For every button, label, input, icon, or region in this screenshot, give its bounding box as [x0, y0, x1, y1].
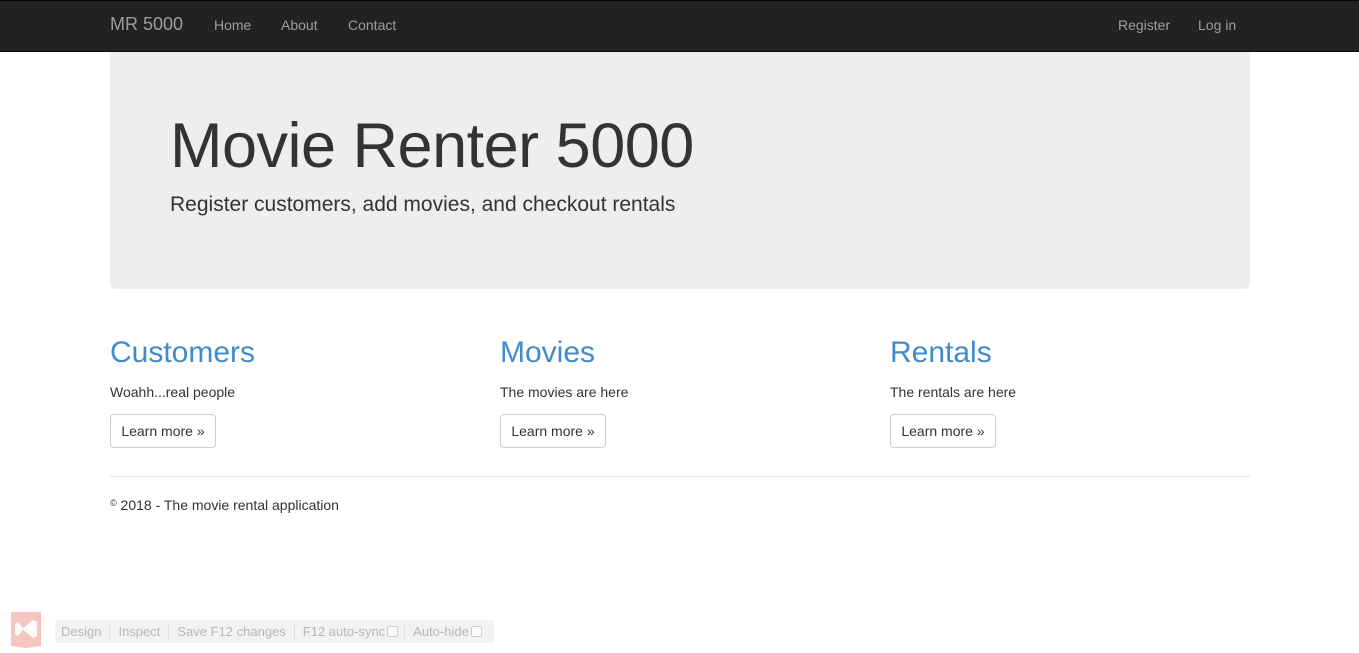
rentals-heading: Rentals	[890, 336, 992, 369]
customers-description: Woahh...real people	[110, 384, 236, 400]
browser-link-toolbar: Design Inspect Save F12 changes F12 auto…	[55, 620, 494, 643]
nav-about-link[interactable]: About	[281, 17, 318, 33]
lead-text: Register customers, add movies, and chec…	[170, 193, 676, 216]
rentals-section: Rentals The rentals are here Learn more …	[890, 335, 1250, 448]
toolbar-separator	[168, 624, 170, 639]
toolbar-separator	[293, 624, 295, 639]
inspect-button[interactable]: Inspect	[118, 624, 168, 639]
auto-hide-label: Auto-hide	[413, 624, 469, 639]
movies-heading: Movies	[500, 336, 596, 369]
footer: © 2018 - The movie rental application	[110, 497, 339, 513]
nav-home-link[interactable]: Home	[214, 17, 251, 33]
design-button[interactable]: Design	[61, 624, 109, 639]
toolbar-separator	[404, 624, 406, 639]
page-title: Movie Renter 5000	[170, 111, 694, 181]
toolbar-separator	[109, 624, 111, 639]
f12-auto-sync-checkbox[interactable]	[387, 626, 399, 637]
customers-section: Customers Woahh...real people Learn more…	[110, 335, 470, 448]
customers-heading: Customers	[110, 336, 256, 369]
login-link[interactable]: Log in	[1198, 17, 1236, 33]
f12-auto-sync-label: F12 auto-sync	[302, 624, 386, 639]
movies-section: Movies The movies are here Learn more »	[500, 335, 860, 448]
save-f12-changes-button[interactable]: Save F12 changes	[177, 624, 293, 639]
movies-description: The movies are here	[500, 384, 629, 400]
movies-learn-more-button[interactable]: Learn more »	[500, 414, 606, 448]
brand-link[interactable]: MR 5000	[110, 14, 183, 35]
footer-text: 2018 - The movie rental application	[120, 497, 339, 513]
register-link[interactable]: Register	[1118, 17, 1170, 33]
footer-divider	[110, 476, 1250, 477]
jumbotron: Movie Renter 5000 Register customers, ad…	[110, 52, 1250, 289]
copyright-symbol: ©	[110, 498, 117, 508]
navbar: MR 5000 Home About Contact Register Log …	[0, 0, 1359, 52]
rentals-description: The rentals are here	[890, 384, 1017, 400]
nav-contact-link[interactable]: Contact	[348, 17, 396, 33]
visual-studio-logo-icon[interactable]	[8, 610, 44, 648]
customers-learn-more-button[interactable]: Learn more »	[110, 414, 216, 448]
auto-hide-checkbox[interactable]	[470, 626, 482, 637]
rentals-learn-more-button[interactable]: Learn more »	[890, 414, 996, 448]
